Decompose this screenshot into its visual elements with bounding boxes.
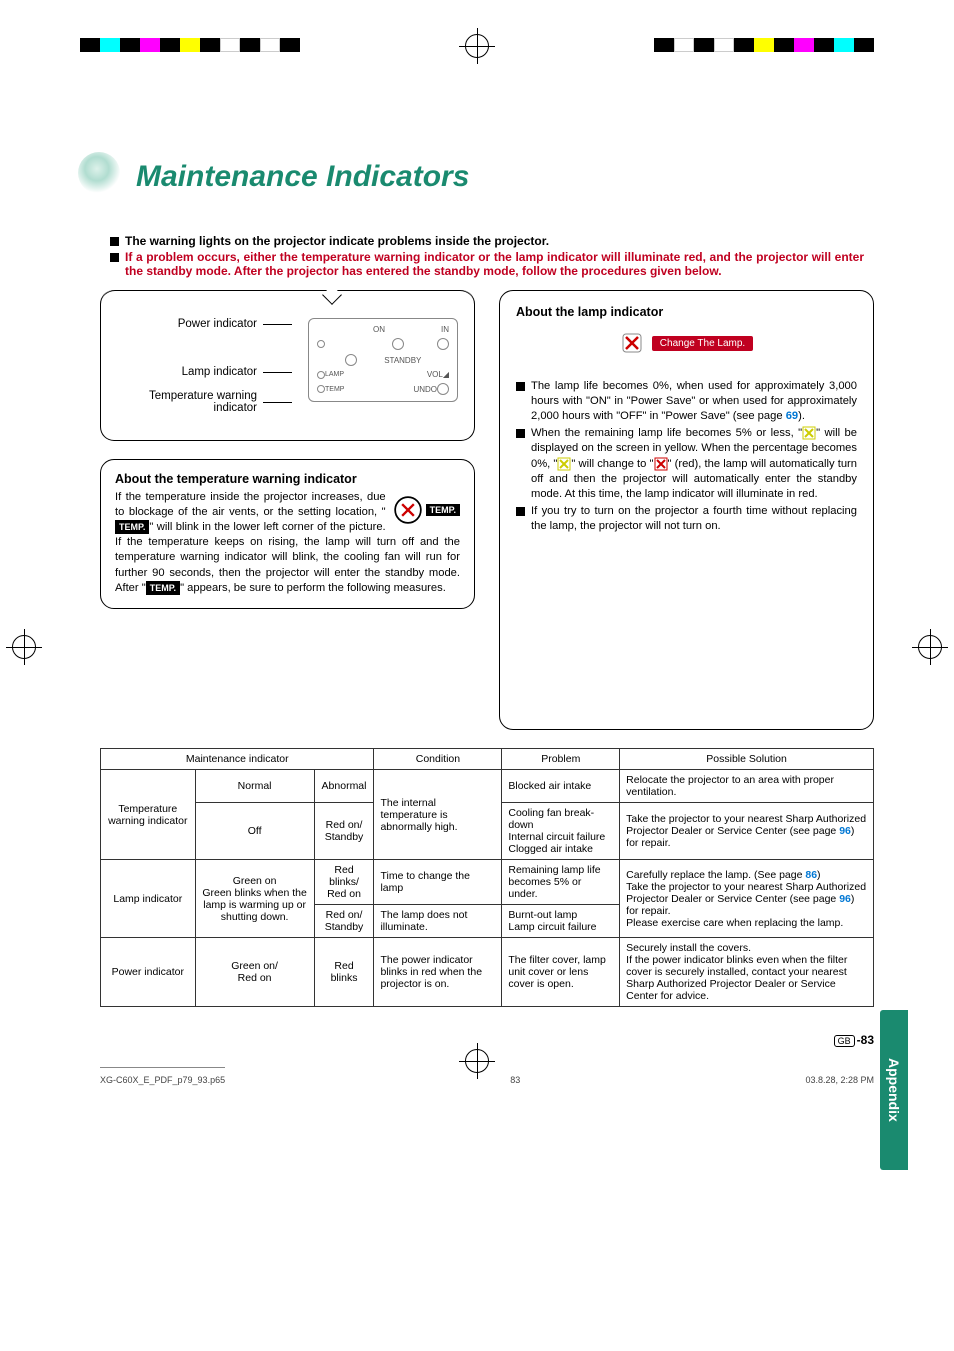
td-lamp-c1: Time to change the lamp — [374, 860, 502, 905]
lamp-yellow-icon — [802, 426, 816, 440]
bullet-icon — [516, 429, 525, 438]
power-indicator-label: Power indicator — [117, 318, 257, 330]
td-lamp-p2: Burnt-out lamp Lamp circuit failure — [502, 905, 620, 938]
th-normal: Normal — [195, 770, 314, 803]
temp-badge-inline: TEMP. — [146, 581, 180, 595]
temp-badge-inline: TEMP. — [115, 520, 149, 534]
th-problem: Problem — [502, 749, 620, 770]
heading-ornament — [78, 152, 120, 194]
td-temp-abnormal: Red on/ Standby — [314, 803, 374, 860]
lamp-indicator-label: Lamp indicator — [117, 366, 257, 378]
lamp-banner: Change The Lamp. — [516, 331, 857, 355]
td-power-ind: Power indicator — [101, 938, 196, 1007]
td-lamp-ab1: Red blinks/ Red on — [314, 860, 374, 905]
power-led-icon — [317, 340, 325, 348]
td-lamp-p1: Remaining lamp life becomes 5% or under. — [502, 860, 620, 905]
th-solution: Possible Solution — [620, 749, 874, 770]
lamp-indicator-box: About the lamp indicator Change The Lamp… — [499, 290, 874, 730]
th-condition: Condition — [374, 749, 502, 770]
td-lamp-normal: Green on Green blinks when the lamp is w… — [195, 860, 314, 938]
color-bars-left — [80, 38, 300, 52]
intro-list: The warning lights on the projector indi… — [110, 234, 864, 278]
th-abnormal: Abnormal — [314, 770, 374, 803]
indicator-diagram: Power indicator Lamp indicator Temperatu… — [100, 290, 475, 441]
lamp-icon — [620, 331, 644, 355]
registration-bottom — [0, 1047, 954, 1107]
td-temp-prob1: Blocked air intake — [502, 770, 620, 803]
intro-item-1: The warning lights on the projector indi… — [125, 234, 549, 248]
lamp-red-icon — [654, 457, 668, 471]
lamp-item-1: The lamp life becomes 0%, when used for … — [531, 379, 857, 424]
td-power-s: Securely install the covers. If the powe… — [620, 938, 874, 1007]
lamp-led-icon — [317, 371, 325, 379]
td-lamp-ab2: Red on/ Standby — [314, 905, 374, 938]
bullet-icon — [110, 253, 119, 262]
lamp-yellow-icon — [557, 457, 571, 471]
registration-top — [0, 0, 954, 60]
td-power-p: The filter cover, lamp unit cover or len… — [502, 938, 620, 1007]
lamp-item-2: When the remaining lamp life becomes 5% … — [531, 426, 857, 502]
bullet-icon — [110, 237, 119, 246]
temp-indicator-label: Temperature warning indicator — [117, 390, 257, 414]
power-button-icon — [392, 338, 404, 350]
td-lamp-sol: Carefully replace the lamp. (See page 86… — [620, 860, 874, 938]
td-power-c: The power indicator blinks in red when t… — [374, 938, 502, 1007]
temp-warning-graphic: TEMP. — [394, 496, 460, 524]
lamp-box-heading: About the lamp indicator — [516, 305, 857, 319]
maintenance-table: Maintenance indicator Condition Problem … — [100, 748, 874, 1007]
td-power-normal: Green on/ Red on — [195, 938, 314, 1007]
lamp-item-3: If you try to turn on the projector a fo… — [531, 504, 857, 534]
td-temp-prob2: Cooling fan break-down Internal circuit … — [502, 803, 620, 860]
gb-badge: GB — [834, 1035, 855, 1047]
td-power-ab: Red blinks — [314, 938, 374, 1007]
crosshair-bottom — [465, 1049, 489, 1073]
td-temp-ind: Temperature warning indicator — [101, 770, 196, 860]
temp-led-icon — [317, 385, 325, 393]
bullet-icon — [516, 382, 525, 391]
page-number: GB-83 — [834, 1033, 874, 1047]
td-temp-sol1: Relocate the projector to an area with p… — [620, 770, 874, 803]
th-maintenance: Maintenance indicator — [101, 749, 374, 770]
projector-panel: ONIN STANDBY LAMPVOL◢ TEMPUNDO — [308, 318, 458, 402]
page-content: Maintenance Indicators The warning light… — [0, 60, 954, 1047]
temp-box-heading: About the temperature warning indicator — [115, 472, 460, 486]
lamp-info-list: The lamp life becomes 0%, when used for … — [516, 379, 857, 534]
td-temp-normal: Off — [195, 803, 314, 860]
change-lamp-badge: Change The Lamp. — [652, 336, 753, 351]
td-lamp-ind: Lamp indicator — [101, 860, 196, 938]
bullet-icon — [516, 507, 525, 516]
td-lamp-c2: The lamp does not illuminate. — [374, 905, 502, 938]
td-temp-cond: The internal temperature is abnormally h… — [374, 770, 502, 860]
page-title: Maintenance Indicators — [136, 160, 874, 194]
color-bars-right — [654, 38, 874, 52]
temp-warning-box: About the temperature warning indicator … — [100, 459, 475, 609]
intro-item-2: If a problem occurs, either the temperat… — [125, 250, 864, 278]
temp-circle-icon — [394, 496, 422, 524]
td-temp-sol2: Take the projector to your nearest Sharp… — [620, 803, 874, 860]
crosshair-top — [465, 34, 489, 58]
